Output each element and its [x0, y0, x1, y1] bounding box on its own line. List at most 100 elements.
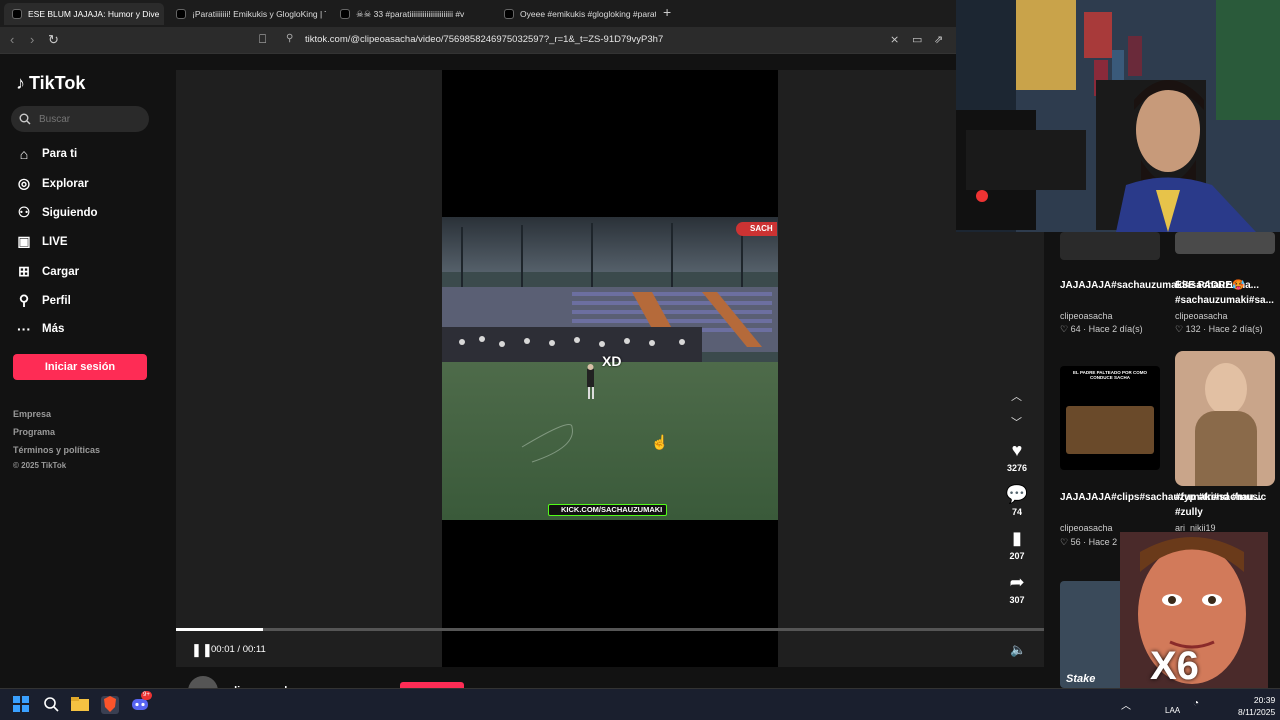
card-stats: ♡ 64 · Hace 2 día(s)	[1060, 324, 1143, 334]
new-tab-icon[interactable]: +	[663, 4, 671, 20]
tiktok-favicon-icon	[504, 9, 514, 19]
nav-label: LIVE	[42, 235, 68, 248]
save-action[interactable]: ▮ 207	[1003, 528, 1031, 561]
search-box[interactable]	[11, 106, 149, 132]
language-indicator[interactable]: LAA	[1165, 706, 1180, 715]
share-icon[interactable]: ⇗	[934, 33, 943, 46]
next-video-icon[interactable]: ﹀	[1011, 414, 1022, 430]
meme-x6-text: X6	[1150, 644, 1199, 688]
xd-overlay-text: XD	[602, 353, 622, 369]
card-stats: ♡ 132 · Hace 2 día(s)	[1175, 324, 1263, 334]
share-action[interactable]: ➦ 307	[1003, 572, 1031, 605]
tab-4[interactable]: Oyeee #emikukis #glogloking #parat	[496, 3, 656, 25]
tab-3[interactable]: ☠☠ 33 #paratiiiiiiiiiiiiiiiiiiiiiii #v	[332, 3, 490, 25]
card-user[interactable]: clipeoasacha	[1060, 523, 1113, 533]
tab-label: ¡Paratiiiiiii! Emikukis y GlogloKing | T	[192, 9, 326, 19]
brave-browser-icon[interactable]	[101, 696, 119, 714]
card-title[interactable]: #fyp #trend #music #zully	[1175, 490, 1279, 520]
login-button[interactable]: Iniciar sesión	[13, 354, 147, 380]
video-time: 00:01 / 00:11	[211, 644, 266, 655]
card-user[interactable]: clipeoasacha	[1060, 311, 1113, 321]
profile-icon: ⚲	[18, 292, 30, 308]
compass-icon: ◎	[17, 175, 31, 191]
like-action[interactable]: ♥ 3276	[1003, 440, 1031, 473]
thumb-caption: EL PADRE PALTEADO POR COMO CONDUCE SACHA	[1073, 370, 1147, 380]
site-info-icon[interactable]: ⚲	[286, 33, 293, 44]
network-icon[interactable]: ◔	[1193, 698, 1199, 709]
nav-mas[interactable]: ··· Más	[16, 321, 64, 337]
like-count: 3276	[1006, 463, 1028, 473]
tiktok-note-icon: ♪	[16, 73, 25, 93]
footer-link-terminos[interactable]: Términos y políticas	[13, 445, 100, 455]
more-icon: ···	[17, 321, 31, 337]
reload-icon[interactable]: ↻	[48, 32, 59, 48]
stake-logo: Stake	[1066, 673, 1096, 685]
video-content[interactable]: XD SACH KICK.COM/SACHAUZUMAKI	[442, 217, 778, 520]
search-icon[interactable]	[42, 696, 60, 714]
video-thumbnail[interactable]	[1175, 351, 1275, 486]
file-explorer-icon[interactable]	[71, 696, 89, 714]
clock-time: 20:39	[1253, 695, 1276, 705]
save-count: 207	[1009, 551, 1025, 561]
comment-icon: 💬	[1005, 484, 1029, 504]
url-field[interactable]: tiktok.com/@clipeoasacha/video/756985824…	[305, 34, 663, 45]
taskbar-clock[interactable]: 20:39 8/11/2025	[1238, 694, 1275, 718]
nav-label: Más	[42, 323, 65, 335]
heart-icon: ♥	[1011, 440, 1023, 460]
nav-explorar[interactable]: ◎ Explorar	[16, 175, 89, 192]
hand-cursor-icon: ☝	[651, 434, 669, 450]
kick-watermark: KICK.COM/SACHAUZUMAKI	[548, 504, 668, 516]
nav-cargar[interactable]: ⊞ Cargar	[16, 263, 79, 280]
nav-live[interactable]: ▣ LIVE	[16, 233, 68, 250]
previous-video-icon[interactable]: ︿	[1011, 388, 1022, 404]
footer-link-empresa[interactable]: Empresa	[13, 409, 51, 419]
discord-icon[interactable]: 9+	[131, 691, 152, 714]
tab-2[interactable]: ¡Paratiiiiiii! Emikukis y GlogloKing | T	[168, 3, 326, 25]
share-count: 307	[1009, 595, 1025, 605]
meme-overlay: X6	[1120, 532, 1268, 688]
card-title[interactable]: JAJAJAJA#sachauzumaki#sachauzuma...	[1060, 278, 1259, 293]
cast-icon[interactable]: ▭	[912, 33, 922, 46]
footer-copyright: © 2025 TikTok	[13, 461, 67, 470]
search-input[interactable]	[39, 113, 139, 125]
card-user[interactable]: clipeoasacha	[1175, 311, 1228, 321]
card-title[interactable]: JAJAJAJA#clips#sachauzumaki#sachau...	[1060, 490, 1262, 505]
volume-icon[interactable]: 🔈	[1010, 642, 1026, 658]
nav-label: Para ti	[42, 148, 78, 160]
tab-label: Oyeee #emikukis #glogloking #parat	[520, 9, 656, 19]
comment-action[interactable]: 💬 74	[1003, 484, 1031, 517]
video-thumbnail[interactable]	[1060, 232, 1160, 260]
pause-icon[interactable]: ❚❚	[191, 642, 213, 658]
nav-para-ti[interactable]: ⌂ Para ti	[16, 146, 77, 162]
tab-label: ☠☠ 33 #paratiiiiiiiiiiiiiiiiiiiiiii #v	[356, 8, 465, 19]
tiktok-logo[interactable]: ♪ TikTok	[16, 73, 85, 94]
share-arrow-icon: ➦	[1009, 572, 1025, 592]
nav-perfil[interactable]: ⚲ Perfil	[16, 292, 71, 309]
webcam-overlay	[956, 0, 1280, 232]
channel-badge: SACH	[736, 222, 777, 236]
translate-icon[interactable]: ⨯	[890, 33, 899, 46]
bookmark-icon[interactable]: ⎕	[259, 32, 266, 47]
windows-start-icon[interactable]	[12, 696, 30, 714]
tab-1[interactable]: ESE BLUM JAJAJA: Humor y Dive ✕	[4, 3, 164, 25]
card-stats: ♡ 56 · Hace 2	[1060, 537, 1118, 547]
windows-taskbar: 9+ ︿ LAA ◔ 20:39 8/11/2025	[0, 688, 1280, 720]
video-progress-bar[interactable]	[176, 628, 1044, 631]
thumbnail-face	[1205, 363, 1247, 415]
video-thumbnail[interactable]	[1175, 232, 1275, 254]
tray-expand-icon[interactable]: ︿	[1121, 697, 1131, 712]
tiktok-favicon-icon	[176, 9, 186, 19]
home-icon: ⌂	[19, 146, 29, 162]
streamer-camera-feed	[956, 0, 1280, 232]
nav-siguiendo[interactable]: ⚇ Siguiendo	[16, 204, 98, 221]
forward-icon[interactable]: ›	[30, 32, 34, 47]
back-icon[interactable]: ‹	[10, 32, 14, 47]
card-title[interactable]: ESE PADRE🥵 #sachauzumaki#sa...	[1175, 278, 1279, 308]
bookmark-icon: ▮	[1012, 528, 1022, 548]
nav-label: Cargar	[42, 265, 80, 278]
footer-link-programa[interactable]: Programa	[13, 427, 55, 437]
nav-label: Perfil	[42, 294, 71, 307]
nav-label: Siguiendo	[42, 206, 98, 219]
comment-count: 74	[1011, 507, 1022, 517]
video-thumbnail[interactable]: EL PADRE PALTEADO POR COMO CONDUCE SACHA	[1060, 366, 1160, 470]
